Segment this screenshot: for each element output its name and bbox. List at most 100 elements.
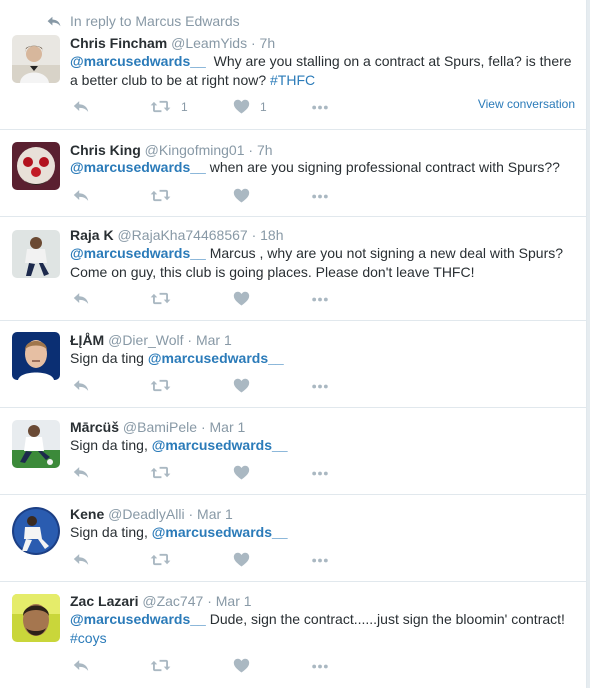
more-button[interactable] xyxy=(311,297,329,302)
fullname[interactable]: Chris King xyxy=(70,142,141,158)
username[interactable]: @Dier_Wolf xyxy=(108,332,183,348)
avatar[interactable] xyxy=(12,35,60,83)
avatar[interactable] xyxy=(12,230,60,278)
reply-button[interactable] xyxy=(72,465,90,480)
timestamp[interactable]: 7h xyxy=(257,142,273,158)
like-icon xyxy=(233,552,250,567)
tweet[interactable]: Kene @DeadlyAlli · Mar 1 Sign da ting, @… xyxy=(0,495,587,582)
mention-link[interactable]: @marcusedwards__ xyxy=(148,350,284,366)
retweet-button[interactable]: 1 xyxy=(150,99,188,114)
tweet[interactable]: Chris King @Kingofming01 · 7h @marcusedw… xyxy=(0,130,587,217)
mention-link[interactable]: @marcusedwards__ xyxy=(70,159,206,175)
reply-button[interactable] xyxy=(72,378,90,393)
more-button[interactable] xyxy=(311,471,329,476)
more-button[interactable] xyxy=(311,194,329,199)
mention-link[interactable]: @marcusedwards__ xyxy=(70,245,206,261)
reply-icon xyxy=(72,658,90,673)
avatar-image xyxy=(12,35,60,83)
reply-icon xyxy=(72,465,90,480)
like-icon xyxy=(233,658,250,673)
reply-button[interactable] xyxy=(72,658,90,673)
hashtag-link[interactable]: #THFC xyxy=(270,72,315,88)
mention-link[interactable]: @marcusedwards__ xyxy=(152,524,288,540)
tweet-text: Sign da ting, @marcusedwards__ xyxy=(70,436,575,455)
avatar[interactable] xyxy=(12,594,60,642)
like-button[interactable] xyxy=(233,552,250,567)
tweet[interactable]: Mārcüš @BamiPele · Mar 1 Sign da ting, @… xyxy=(0,408,587,495)
timestamp[interactable]: Mar 1 xyxy=(196,332,232,348)
avatar[interactable] xyxy=(12,332,60,380)
mention-link[interactable]: @marcusedwards__ xyxy=(70,611,206,627)
separator: · xyxy=(200,419,206,435)
tweet[interactable]: ŁĮÅM @Dier_Wolf · Mar 1 Sign da ting @ma… xyxy=(0,321,587,408)
retweet-button[interactable] xyxy=(150,658,171,673)
more-button[interactable] xyxy=(311,105,329,110)
tweet[interactable]: Raja K @RajaKha74468567 · 18h @marcusedw… xyxy=(0,217,587,321)
retweet-button[interactable] xyxy=(150,291,171,306)
reply-button[interactable] xyxy=(72,99,90,114)
mention-link[interactable]: @marcusedwards__ xyxy=(70,53,206,69)
reply-button[interactable] xyxy=(72,188,90,203)
like-button[interactable] xyxy=(233,291,250,306)
like-button[interactable]: 1 xyxy=(233,99,267,114)
reply-context[interactable]: In reply to Marcus Edwards xyxy=(46,13,240,29)
tweet[interactable]: Zac Lazari @Zac747 · Mar 1 @marcusedward… xyxy=(0,582,587,688)
timestamp[interactable]: Mar 1 xyxy=(210,419,246,435)
more-icon xyxy=(311,471,329,476)
timestamp[interactable]: 7h xyxy=(260,35,276,51)
reply-icon xyxy=(72,552,90,567)
retweet-icon xyxy=(150,552,171,567)
avatar-image xyxy=(12,594,60,642)
tweet-text-content: when are you signing professional contra… xyxy=(205,159,560,175)
fullname[interactable]: Zac Lazari xyxy=(70,593,138,609)
fullname[interactable]: ŁĮÅM xyxy=(70,332,104,348)
fullname[interactable]: Chris Fincham xyxy=(70,35,167,51)
avatar-image xyxy=(12,332,60,380)
tweet-actions xyxy=(70,378,580,398)
more-button[interactable] xyxy=(311,558,329,563)
retweet-button[interactable] xyxy=(150,465,171,480)
tweet-actions xyxy=(70,552,580,572)
retweet-count: 1 xyxy=(181,99,188,114)
like-button[interactable] xyxy=(233,188,250,203)
username[interactable]: @LeamYids xyxy=(171,35,247,51)
avatar[interactable] xyxy=(12,507,60,555)
reply-button[interactable] xyxy=(72,552,90,567)
more-button[interactable] xyxy=(311,384,329,389)
retweet-button[interactable] xyxy=(150,188,171,203)
fullname[interactable]: Mārcüš xyxy=(70,419,119,435)
retweet-icon xyxy=(150,99,171,114)
tweet-header: Raja K @RajaKha74468567 · 18h xyxy=(70,226,284,244)
mention-link[interactable]: @marcusedwards__ xyxy=(152,437,288,453)
username[interactable]: @DeadlyAlli xyxy=(108,506,184,522)
fullname[interactable]: Raja K xyxy=(70,227,114,243)
hashtag-link[interactable]: #coys xyxy=(70,630,107,646)
more-button[interactable] xyxy=(311,664,329,669)
tweet-text: @marcusedwards__ Dude, sign the contract… xyxy=(70,610,575,648)
retweet-button[interactable] xyxy=(150,378,171,393)
retweet-button[interactable] xyxy=(150,552,171,567)
timestamp[interactable]: Mar 1 xyxy=(216,593,252,609)
timestamp[interactable]: 18h xyxy=(260,227,283,243)
tweet-text: Sign da ting @marcusedwards__ xyxy=(70,349,575,368)
like-button[interactable] xyxy=(233,465,250,480)
timestamp[interactable]: Mar 1 xyxy=(197,506,233,522)
avatar[interactable] xyxy=(12,142,60,190)
reply-arrow-icon xyxy=(46,15,62,28)
avatar[interactable] xyxy=(12,420,60,468)
username[interactable]: @Kingofming01 xyxy=(145,142,245,158)
fullname[interactable]: Kene xyxy=(70,506,104,522)
username[interactable]: @Zac747 xyxy=(142,593,203,609)
tweet-text: Sign da ting, @marcusedwards__ xyxy=(70,523,575,542)
view-conversation-link[interactable]: View conversation xyxy=(478,97,575,111)
reply-button[interactable] xyxy=(72,291,90,306)
like-button[interactable] xyxy=(233,378,250,393)
tweet-text: @marcusedwards__ Why are you stalling on… xyxy=(70,52,575,90)
username[interactable]: @BamiPele xyxy=(123,419,197,435)
more-icon xyxy=(311,297,329,302)
retweet-icon xyxy=(150,465,171,480)
tweet[interactable]: In reply to Marcus Edwards Chris Fincham… xyxy=(0,0,587,130)
username[interactable]: @RajaKha74468567 xyxy=(117,227,247,243)
like-button[interactable] xyxy=(233,658,250,673)
tweet-text-content: Dude, sign the contract......just sign t… xyxy=(205,611,569,627)
